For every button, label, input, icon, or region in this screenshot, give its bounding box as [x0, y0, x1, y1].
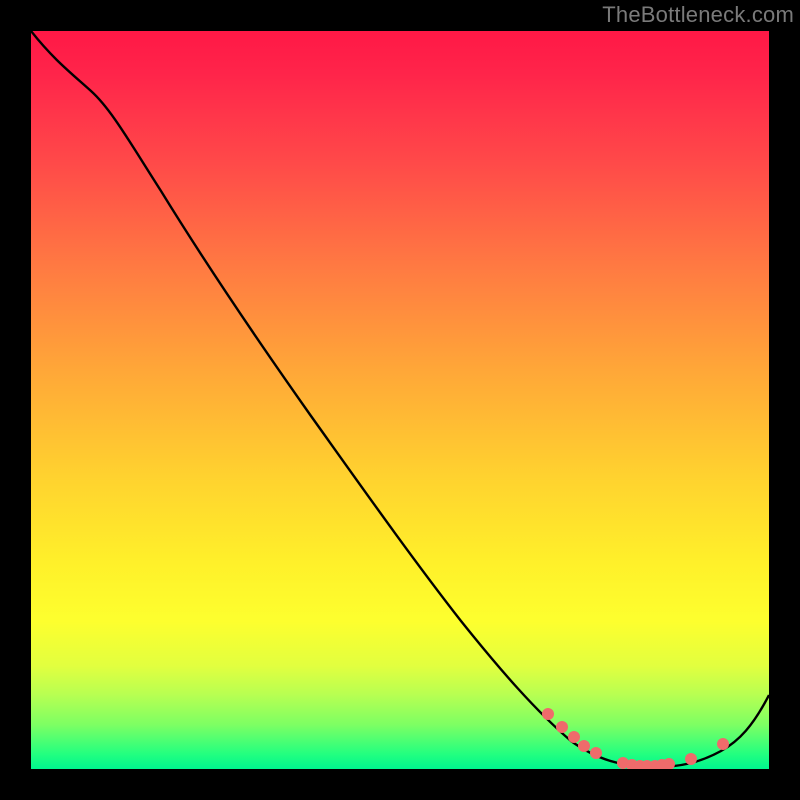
- chart-svg: [31, 31, 769, 769]
- chart-frame: TheBottleneck.com: [0, 0, 800, 800]
- plot-area: [31, 31, 769, 769]
- bottleneck-curve: [31, 31, 769, 767]
- watermark-text: TheBottleneck.com: [602, 2, 794, 28]
